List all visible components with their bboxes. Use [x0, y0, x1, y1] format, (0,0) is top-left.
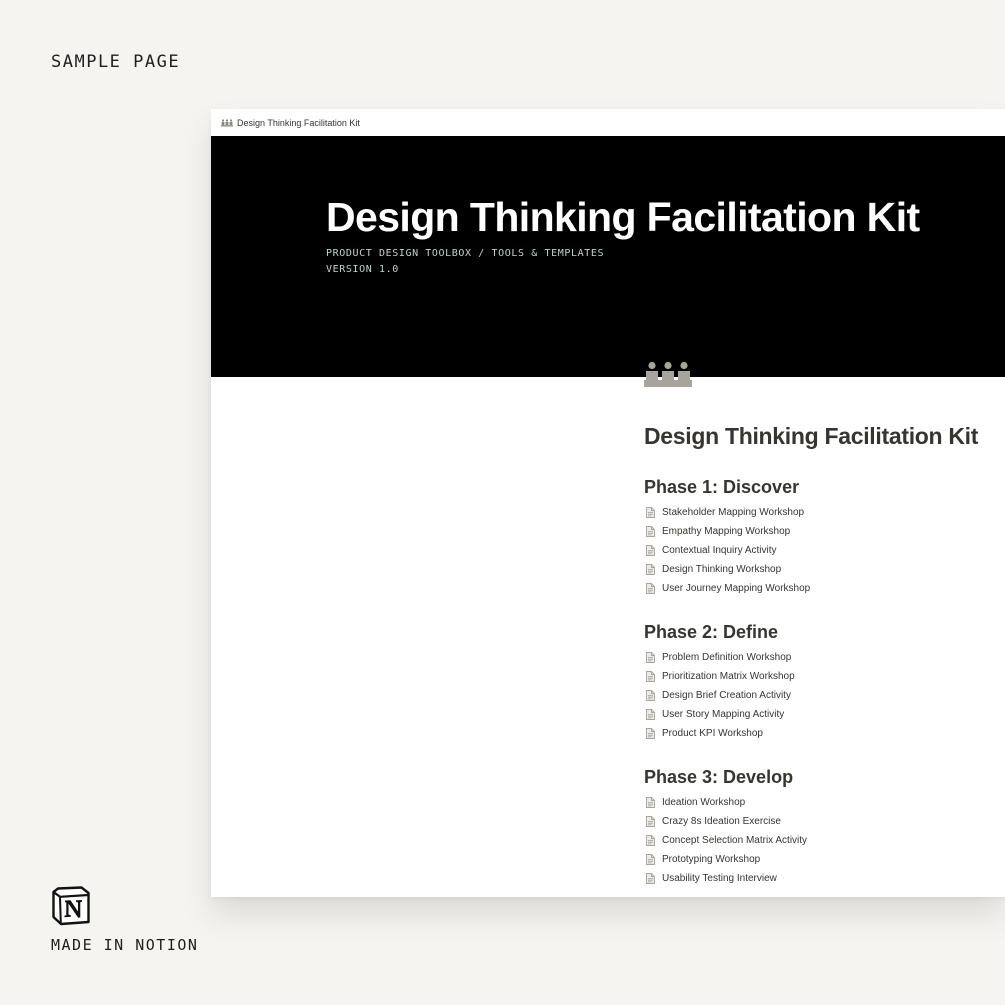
cover-subtitle: PRODUCT DESIGN TOOLBOX / TOOLS & TEMPLAT… [326, 248, 605, 259]
page-link[interactable]: Product KPI Workshop [644, 724, 1000, 743]
page-content: Design Thinking Facilitation Kit Phase 1… [644, 423, 1000, 888]
page-link-label: Design Brief Creation Activity [662, 690, 791, 701]
notion-page-window: Design Thinking Facilitation Kit Design … [211, 109, 1005, 897]
breadcrumb-title: Design Thinking Facilitation Kit [237, 117, 360, 128]
page-link[interactable]: Ideation Workshop [644, 793, 1000, 812]
cover-version: VERSION 1.0 [326, 264, 399, 275]
page-link-label: Stakeholder Mapping Workshop [662, 507, 805, 518]
made-in-notion-label: MADE IN NOTION [51, 936, 199, 954]
page-link[interactable]: User Journey Mapping Workshop [644, 579, 1000, 598]
page-document-icon [646, 545, 655, 556]
page-document-icon [646, 709, 655, 720]
cover-title: Design Thinking Facilitation Kit [326, 194, 920, 240]
page-document-icon [646, 507, 655, 518]
phase-heading: Phase 1: Discover [644, 477, 800, 497]
people-icon [644, 361, 692, 387]
page-document-icon [646, 797, 655, 808]
page-link-label: Ideation Workshop [662, 797, 746, 808]
page-link-label: Concept Selection Matrix Activity [662, 835, 808, 846]
phase-heading: Phase 3: Develop [644, 767, 794, 787]
page-link[interactable]: Design Brief Creation Activity [644, 686, 1000, 705]
page-link[interactable]: Prioritization Matrix Workshop [644, 667, 1000, 686]
page-link-label: Problem Definition Workshop [662, 652, 792, 663]
page-link-label: User Journey Mapping Workshop [662, 583, 811, 594]
page-document-icon [646, 583, 655, 594]
page-link[interactable]: Usability Testing Interview [644, 869, 1000, 888]
page-document-icon [646, 816, 655, 827]
phase-section: Phase 3: Develop Ideation Workshop Crazy 8… [644, 767, 1000, 888]
page-link[interactable]: Concept Selection Matrix Activity [644, 831, 1000, 850]
page-link[interactable]: Contextual Inquiry Activity [644, 541, 1000, 560]
page-link-label: Usability Testing Interview [662, 873, 777, 884]
page-document-icon [646, 690, 655, 701]
page-link[interactable]: Prototyping Workshop [644, 850, 1000, 869]
page-link-label: Product KPI Workshop [662, 728, 763, 739]
page-link-label: Crazy 8s Ideation Exercise [662, 816, 781, 827]
page-document-icon [646, 873, 655, 884]
page-link[interactable]: User Story Mapping Activity [644, 705, 1000, 724]
page-document-icon [646, 652, 655, 663]
page-link[interactable]: Design Thinking Workshop [644, 560, 1000, 579]
sample-page-label: SAMPLE PAGE [51, 52, 181, 72]
page-link-label: Prototyping Workshop [662, 854, 761, 865]
page-link-label: User Story Mapping Activity [662, 709, 785, 720]
phase-section: Phase 1: Discover Stakeholder Mapping Wor… [644, 477, 1000, 598]
cover-banner: Design Thinking Facilitation Kit PRODUCT… [211, 136, 1005, 377]
page-link[interactable]: Stakeholder Mapping Workshop [644, 503, 1000, 522]
page-link-label: Contextual Inquiry Activity [662, 545, 777, 556]
page-document-icon [646, 526, 655, 537]
page-link[interactable]: Crazy 8s Ideation Exercise [644, 812, 1000, 831]
page-icon[interactable] [644, 361, 692, 393]
page-document-icon [646, 671, 655, 682]
page-document-icon [646, 835, 655, 846]
notion-logo [51, 886, 91, 931]
phase-section: Phase 2: Define Problem Definition Worksh… [644, 622, 1000, 743]
page-document-icon [646, 564, 655, 575]
page-link-list: Ideation Workshop Crazy 8s Ideation Exerc… [644, 793, 1000, 888]
people-icon [221, 118, 233, 127]
page-link[interactable]: Problem Definition Workshop [644, 648, 1000, 667]
phase-heading: Phase 2: Define [644, 622, 779, 642]
page-link-list: Problem Definition Workshop Prioritizatio… [644, 648, 1000, 743]
page-link-label: Prioritization Matrix Workshop [662, 671, 795, 682]
page-link[interactable]: Empathy Mapping Workshop [644, 522, 1000, 541]
page-document-icon [646, 854, 655, 865]
page-document-icon [646, 728, 655, 739]
breadcrumb[interactable]: Design Thinking Facilitation Kit [211, 109, 1005, 136]
page-link-label: Design Thinking Workshop [662, 564, 782, 575]
page-link-label: Empathy Mapping Workshop [662, 526, 791, 537]
page-title: Design Thinking Facilitation Kit [644, 423, 979, 449]
page-link-list: Stakeholder Mapping Workshop Empathy Mapp… [644, 503, 1000, 598]
